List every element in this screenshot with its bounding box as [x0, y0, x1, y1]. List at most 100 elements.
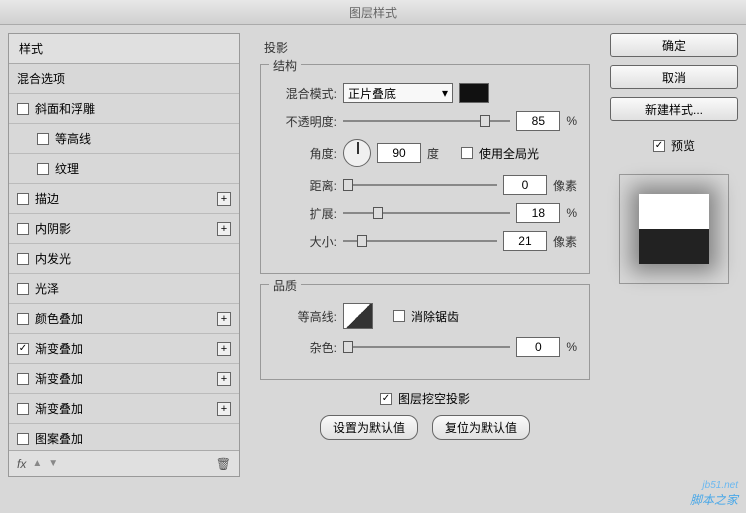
structure-group: 结构 混合模式: 正片叠底▾ 不透明度: 85 % 角度: 90 度 使用全局光 [260, 64, 590, 274]
chevron-down-icon: ▾ [442, 86, 448, 100]
style-item[interactable]: 光泽 [9, 274, 239, 304]
antialias-label: 消除锯齿 [411, 308, 459, 325]
style-item[interactable]: 描边 + [9, 184, 239, 214]
titlebar: 图层样式 [0, 0, 746, 25]
window-title: 图层样式 [349, 4, 397, 21]
opacity-label: 不透明度: [273, 113, 337, 130]
noise-label: 杂色: [273, 339, 337, 356]
fx-button[interactable]: fx [17, 457, 26, 471]
style-label: 内阴影 [35, 220, 71, 237]
antialias-checkbox[interactable] [393, 310, 405, 322]
style-item[interactable]: ✓ 渐变叠加 + [9, 334, 239, 364]
style-label: 内发光 [35, 250, 71, 267]
style-label: 等高线 [55, 130, 91, 147]
make-default-button[interactable]: 设置为默认值 [320, 415, 418, 440]
style-checkbox[interactable] [17, 403, 29, 415]
up-arrow-icon[interactable]: ▲ [32, 458, 42, 469]
style-label: 渐变叠加 [35, 340, 83, 357]
styles-footer: fx ▲ ▼ 🗑 [9, 450, 239, 476]
contour-picker[interactable] [343, 303, 373, 329]
angle-dial[interactable] [343, 139, 371, 167]
global-light-label: 使用全局光 [479, 145, 539, 162]
blend-mode-select[interactable]: 正片叠底▾ [343, 83, 453, 103]
style-checkbox[interactable] [17, 103, 29, 115]
preview-box [619, 174, 729, 284]
color-swatch[interactable] [459, 83, 489, 103]
contour-label: 等高线: [273, 308, 337, 325]
add-icon[interactable]: + [217, 372, 231, 386]
style-label: 纹理 [55, 160, 79, 177]
down-arrow-icon[interactable]: ▼ [48, 458, 58, 469]
distance-input[interactable]: 0 [503, 175, 547, 195]
noise-slider[interactable] [343, 339, 510, 355]
style-label: 光泽 [35, 280, 59, 297]
quality-legend: 品质 [269, 277, 301, 294]
style-item[interactable]: 等高线 [9, 124, 239, 154]
style-checkbox[interactable] [17, 373, 29, 385]
distance-slider[interactable] [343, 177, 497, 193]
style-checkbox[interactable] [37, 133, 49, 145]
style-checkbox[interactable] [17, 253, 29, 265]
style-label: 颜色叠加 [35, 310, 83, 327]
styles-header[interactable]: 样式 [9, 34, 239, 64]
right-panel: 确定 取消 新建样式... ✓ 预览 [610, 33, 738, 477]
spread-label: 扩展: [273, 205, 337, 222]
preview-thumb [639, 194, 709, 264]
size-input[interactable]: 21 [503, 231, 547, 251]
style-label: 描边 [35, 190, 59, 207]
style-checkbox[interactable]: ✓ [17, 343, 29, 355]
style-checkbox[interactable] [17, 193, 29, 205]
style-label: 图案叠加 [35, 430, 83, 447]
new-style-button[interactable]: 新建样式... [610, 97, 738, 121]
knockout-checkbox[interactable]: ✓ [380, 393, 392, 405]
add-icon[interactable]: + [217, 192, 231, 206]
ok-button[interactable]: 确定 [610, 33, 738, 57]
center-panel: 投影 结构 混合模式: 正片叠底▾ 不透明度: 85 % 角度: 90 度 [248, 33, 602, 477]
noise-input[interactable]: 0 [516, 337, 560, 357]
size-slider[interactable] [343, 233, 497, 249]
trash-icon[interactable]: 🗑 [216, 457, 231, 471]
styles-panel: 样式 混合选项 斜面和浮雕等高线纹理描边 + 内阴影 + 内发光光泽颜色叠加 + ✓ 渐变叠加… [8, 33, 240, 477]
add-icon[interactable]: + [217, 222, 231, 236]
style-item[interactable]: 内发光 [9, 244, 239, 274]
distance-label: 距离: [273, 177, 337, 194]
panel-title: 投影 [260, 37, 590, 64]
style-label: 渐变叠加 [35, 370, 83, 387]
watermark: jb51.net 脚本之家 [690, 480, 738, 509]
style-checkbox[interactable] [17, 313, 29, 325]
style-label: 斜面和浮雕 [35, 100, 95, 117]
style-item[interactable]: 斜面和浮雕 [9, 94, 239, 124]
preview-label: 预览 [671, 137, 695, 154]
style-item[interactable]: 图案叠加 [9, 424, 239, 450]
main-area: 样式 混合选项 斜面和浮雕等高线纹理描边 + 内阴影 + 内发光光泽颜色叠加 + ✓ 渐变叠加… [0, 25, 746, 485]
styles-list: 斜面和浮雕等高线纹理描边+内阴影+内发光光泽颜色叠加+✓渐变叠加+渐变叠加+渐变… [9, 94, 239, 450]
quality-group: 品质 等高线: 消除锯齿 杂色: 0 % [260, 284, 590, 380]
style-checkbox[interactable] [17, 223, 29, 235]
style-item[interactable]: 颜色叠加 + [9, 304, 239, 334]
reset-default-button[interactable]: 复位为默认值 [432, 415, 530, 440]
style-checkbox[interactable] [17, 283, 29, 295]
angle-input[interactable]: 90 [377, 143, 421, 163]
knockout-label: 图层挖空投影 [398, 390, 470, 407]
style-item[interactable]: 纹理 [9, 154, 239, 184]
opacity-slider[interactable] [343, 113, 510, 129]
size-label: 大小: [273, 233, 337, 250]
style-item[interactable]: 内阴影 + [9, 214, 239, 244]
style-item[interactable]: 渐变叠加 + [9, 364, 239, 394]
spread-slider[interactable] [343, 205, 510, 221]
add-icon[interactable]: + [217, 342, 231, 356]
blend-options[interactable]: 混合选项 [9, 64, 239, 94]
style-checkbox[interactable] [37, 163, 49, 175]
opacity-input[interactable]: 85 [516, 111, 560, 131]
global-light-checkbox[interactable] [461, 147, 473, 159]
style-item[interactable]: 渐变叠加 + [9, 394, 239, 424]
blend-mode-label: 混合模式: [273, 85, 337, 102]
structure-legend: 结构 [269, 57, 301, 74]
cancel-button[interactable]: 取消 [610, 65, 738, 89]
style-label: 渐变叠加 [35, 400, 83, 417]
spread-input[interactable]: 18 [516, 203, 560, 223]
add-icon[interactable]: + [217, 402, 231, 416]
preview-checkbox[interactable]: ✓ [653, 140, 665, 152]
add-icon[interactable]: + [217, 312, 231, 326]
style-checkbox[interactable] [17, 433, 29, 445]
